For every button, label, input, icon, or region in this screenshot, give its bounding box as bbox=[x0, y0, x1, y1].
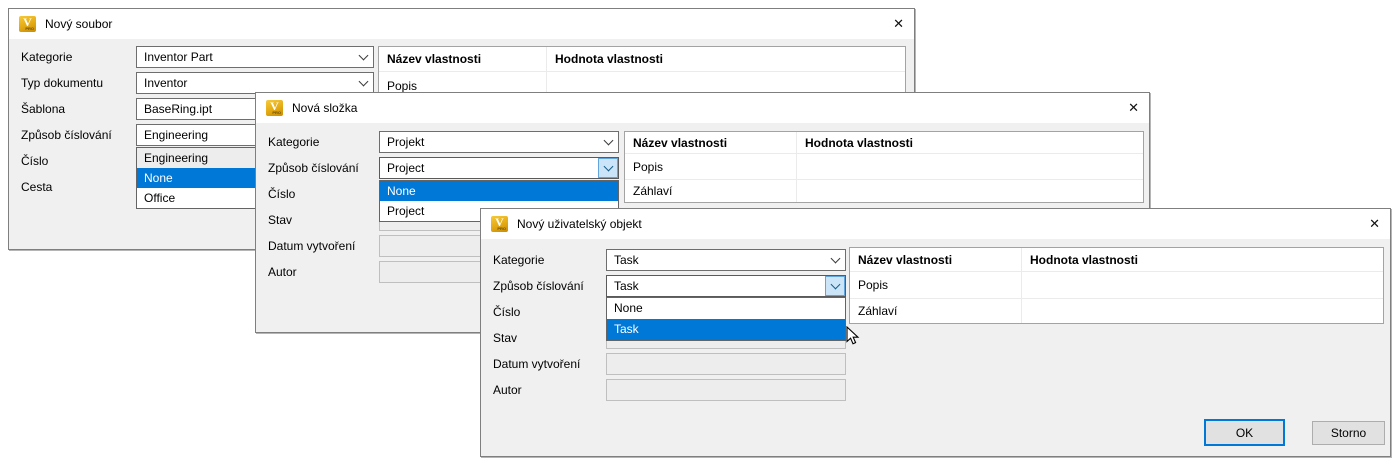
close-icon[interactable]: ✕ bbox=[1354, 216, 1380, 232]
column-header-name: Název vlastnosti bbox=[379, 47, 547, 71]
combobox-value: Task bbox=[614, 253, 639, 267]
mouse-cursor bbox=[846, 325, 860, 349]
combobox-value: Project bbox=[387, 161, 425, 175]
titlebar[interactable]: V PRO Nová složka ✕ bbox=[256, 93, 1149, 123]
property-value-cell[interactable] bbox=[797, 154, 1143, 179]
close-icon[interactable]: ✕ bbox=[878, 16, 904, 32]
label-kategorie: Kategorie bbox=[268, 135, 320, 149]
label-cislo: Číslo bbox=[21, 154, 49, 168]
dropdown-item[interactable]: None bbox=[607, 298, 845, 319]
chevron-down-icon bbox=[603, 161, 613, 172]
combobox-zpusob-cislovani[interactable]: Project bbox=[379, 157, 619, 179]
label-typ-dokumentu: Typ dokumentu bbox=[21, 76, 104, 90]
close-icon[interactable]: ✕ bbox=[1113, 100, 1139, 116]
dialog-title: Nový soubor bbox=[45, 17, 113, 31]
column-header-value: Hodnota vlastnosti bbox=[1030, 252, 1139, 267]
property-name-cell: Záhlaví bbox=[625, 180, 797, 202]
chevron-down-icon bbox=[358, 76, 368, 87]
property-name-cell: Záhlaví bbox=[850, 299, 1022, 323]
dropdown-item-selected[interactable]: None bbox=[380, 181, 618, 201]
chevron-down-icon bbox=[358, 50, 368, 61]
label-kategorie: Kategorie bbox=[493, 253, 545, 267]
label-zpusob-cislovani: Způsob číslování bbox=[493, 279, 584, 293]
column-header-value: Hodnota vlastnosti bbox=[805, 135, 914, 150]
chevron-down-icon bbox=[830, 279, 840, 290]
label-cesta: Cesta bbox=[21, 180, 53, 194]
combobox-kategorie[interactable]: Inventor Part bbox=[136, 46, 374, 68]
property-value-cell[interactable] bbox=[797, 180, 1143, 202]
dialog-title: Nová složka bbox=[292, 101, 358, 115]
input-autor-disabled bbox=[606, 379, 846, 401]
combobox-value: Task bbox=[614, 279, 639, 293]
label-autor: Autor bbox=[268, 265, 297, 279]
label-zpusob-cislovani: Způsob číslování bbox=[21, 128, 112, 142]
property-name-cell: Popis bbox=[850, 272, 1022, 298]
label-autor: Autor bbox=[493, 383, 522, 397]
combobox-value: Inventor bbox=[144, 76, 188, 90]
properties-table: Název vlastnosti Hodnota vlastnosti Popi… bbox=[624, 131, 1144, 203]
titlebar[interactable]: V PRO Nový soubor ✕ bbox=[9, 9, 914, 39]
titlebar[interactable]: V PRO Nový uživatelský objekt ✕ bbox=[481, 209, 1390, 239]
label-zpusob-cislovani: Způsob číslování bbox=[268, 161, 359, 175]
table-row: Záhlaví bbox=[625, 180, 1143, 202]
combobox-kategorie[interactable]: Task bbox=[606, 249, 846, 271]
label-cislo: Číslo bbox=[268, 187, 296, 201]
vault-app-icon: V PRO bbox=[491, 216, 508, 232]
table-row: Popis bbox=[625, 154, 1143, 180]
property-value-cell[interactable] bbox=[1022, 272, 1383, 298]
dropdown-list: None Task bbox=[606, 297, 846, 341]
label-datum-vytvoreni: Datum vytvoření bbox=[493, 357, 581, 371]
property-name-cell: Popis bbox=[625, 154, 797, 179]
column-header-name: Název vlastnosti bbox=[850, 248, 1022, 271]
label-sablona: Šablona bbox=[21, 102, 66, 116]
combobox-typ-dokumentu[interactable]: Inventor bbox=[136, 72, 374, 94]
label-datum-vytvoreni: Datum vytvoření bbox=[268, 239, 356, 253]
label-stav: Stav bbox=[493, 331, 518, 345]
combobox-value: Inventor Part bbox=[144, 50, 213, 64]
dialog-title: Nový uživatelský objekt bbox=[517, 217, 642, 231]
properties-table: Název vlastnosti Hodnota vlastnosti Popi… bbox=[849, 247, 1384, 324]
combobox-kategorie[interactable]: Projekt bbox=[379, 131, 619, 153]
label-cislo: Číslo bbox=[493, 305, 521, 319]
combobox-value: Projekt bbox=[387, 135, 425, 149]
chevron-down-icon bbox=[603, 135, 613, 146]
combobox-zpusob-cislovani[interactable]: Task bbox=[606, 275, 846, 297]
storno-button[interactable]: Storno bbox=[1312, 421, 1385, 445]
property-value-cell[interactable] bbox=[1022, 299, 1383, 323]
table-row: Popis bbox=[850, 272, 1383, 299]
table-row: Záhlaví bbox=[850, 299, 1383, 323]
input-datum-vytvoreni-disabled bbox=[606, 353, 846, 375]
dropdown-item-selected[interactable]: Task bbox=[607, 319, 845, 340]
label-kategorie: Kategorie bbox=[21, 50, 73, 64]
dialog-novy-uzivatelsky-objekt: V PRO Nový uživatelský objekt ✕ Kategori… bbox=[480, 208, 1391, 457]
label-stav: Stav bbox=[268, 213, 293, 227]
ok-button[interactable]: OK bbox=[1204, 419, 1285, 446]
column-header-value: Hodnota vlastnosti bbox=[555, 52, 664, 66]
vault-app-icon: V PRO bbox=[19, 16, 36, 32]
column-header-name: Název vlastnosti bbox=[625, 132, 797, 153]
vault-app-icon: V PRO bbox=[266, 100, 283, 116]
chevron-down-icon bbox=[830, 253, 840, 264]
